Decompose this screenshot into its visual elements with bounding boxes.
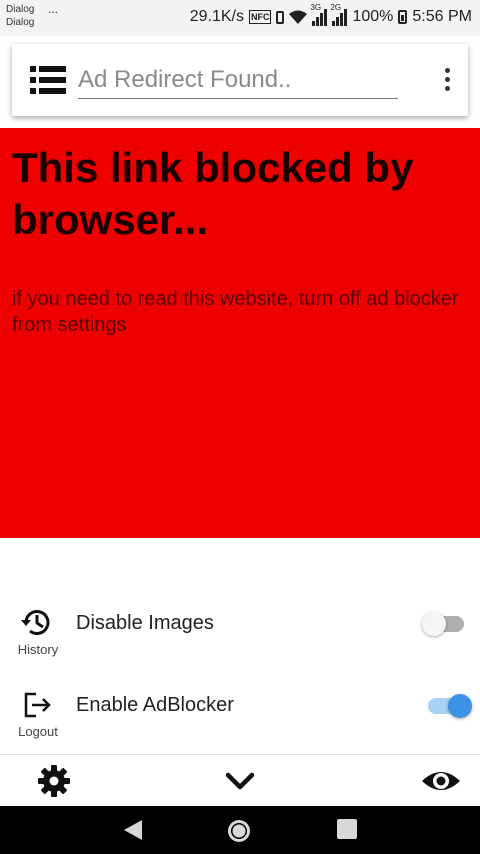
logout-caption: Logout: [18, 724, 58, 739]
chevron-down-icon[interactable]: [222, 763, 258, 799]
back-icon[interactable]: [120, 818, 144, 842]
network-3g-label: 3G: [310, 2, 322, 12]
battery-percent: 100%: [352, 8, 394, 25]
nfc-icon: NFC: [248, 10, 272, 24]
more-notifications-icon: ...: [48, 2, 59, 16]
vibrate-icon: [276, 10, 285, 24]
setting-row-enable-adblocker: Logout Enable AdBlocker: [0, 680, 480, 740]
signal-2g-icon: 2G: [330, 3, 348, 26]
disable-images-label: Disable Images: [76, 612, 214, 634]
network-2g-label: 2G: [330, 2, 342, 12]
enable-adblocker-toggle[interactable]: [422, 694, 472, 718]
clock: 5:56 PM: [412, 8, 472, 25]
blocked-message-panel: This link blocked by browser... if you n…: [0, 128, 480, 538]
signal-3g-icon: 3G: [310, 3, 328, 26]
status-icons: 29.1K/s NFC 3G 2G 100% 5:56 PM: [189, 3, 472, 26]
status-bar: Dialog Dialog ... 29.1K/s NFC 3G 2G 100%…: [0, 0, 480, 36]
battery-icon: [398, 10, 408, 24]
logout-icon[interactable]: [18, 686, 54, 722]
notification-text: Dialog Dialog: [6, 3, 34, 29]
bottom-action-bar: [0, 754, 480, 807]
disable-images-toggle[interactable]: [422, 612, 466, 636]
overflow-menu-icon[interactable]: [442, 68, 452, 94]
setting-row-disable-images: History Disable Images: [0, 598, 480, 658]
eye-icon[interactable]: [420, 763, 462, 799]
notification-line-1: Dialog: [6, 4, 35, 15]
recents-icon[interactable]: [336, 818, 358, 840]
search-bar: [12, 44, 468, 116]
history-icon[interactable]: [18, 604, 54, 640]
system-nav-bar: [0, 806, 480, 854]
enable-adblocker-label: Enable AdBlocker: [76, 694, 234, 716]
wifi-icon: [289, 10, 308, 24]
blocked-title: This link blocked by browser...: [12, 144, 414, 243]
blocked-description: if you need to read this website, turn o…: [12, 288, 459, 336]
home-icon[interactable]: [226, 818, 252, 844]
menu-list-icon[interactable]: [30, 66, 66, 94]
net-speed: 29.1K/s: [189, 8, 244, 25]
notification-line-2: Dialog: [6, 17, 35, 28]
history-caption: History: [17, 642, 59, 657]
search-input[interactable]: [78, 62, 398, 99]
gear-icon[interactable]: [36, 763, 72, 799]
